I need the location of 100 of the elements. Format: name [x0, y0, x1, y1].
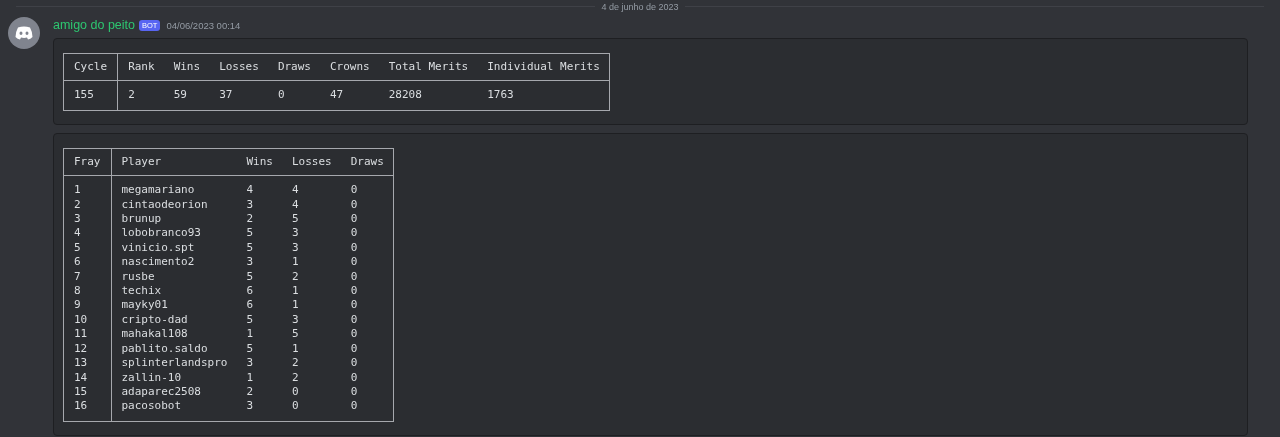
table-cell: 0 [350, 240, 394, 256]
table-cell: 0 [350, 370, 394, 385]
table-cell: pacosobot [111, 399, 247, 422]
table-cell: vinicio.spt [111, 240, 247, 256]
table-cell-text: 6 [246, 298, 255, 313]
table-cell: 0 [350, 298, 394, 313]
table-cell: 2 [291, 269, 351, 285]
table-cell: cripto-dad [111, 312, 247, 328]
table-cell-text: 6 [246, 284, 255, 299]
table-cell: 10 [63, 312, 111, 328]
table-cell: 2 [246, 212, 292, 227]
table-cell: 37 [219, 80, 278, 111]
table-cell: mayky01 [111, 298, 247, 313]
table-cell: 0 [350, 226, 394, 241]
table-cell: 0 [350, 356, 394, 371]
table-cell: 14 [63, 370, 111, 385]
table-cell: 2 [291, 356, 351, 371]
column-header: Wins [173, 53, 220, 81]
table-cell: 4 [63, 226, 111, 241]
table-cell: pablito.saldo [111, 341, 247, 357]
table-cell: 16 [63, 399, 111, 422]
table-cell: 0 [350, 255, 394, 270]
table-cell: 1 [291, 255, 351, 270]
table-cell: cintaodeorion [111, 197, 247, 213]
table-cell: 0 [350, 327, 394, 342]
table-cell: 3 [63, 212, 111, 227]
column-header: Crowns [330, 53, 389, 81]
table-cell: 3 [246, 197, 292, 213]
table-cell: 0 [350, 197, 394, 213]
controller-icon [15, 26, 33, 40]
table-cell: 5 [246, 269, 292, 285]
table-cell: 9 [63, 298, 111, 313]
table-cell: 28208 [388, 80, 488, 111]
table-cell: zallin-10 [111, 370, 247, 385]
table-cell: 5 [246, 226, 292, 241]
column-header: Total Merits [388, 53, 488, 81]
column-header: Fray [63, 148, 111, 176]
table-cell: 59 [173, 80, 220, 111]
table-cell: 8 [63, 284, 111, 299]
date-divider: 4 de junho de 2023 [601, 1, 679, 12]
table-cell: 5 [246, 312, 292, 328]
column-header: Draws [277, 53, 330, 81]
table-cell: 2 [246, 384, 292, 400]
table-cell: 0 [350, 384, 394, 400]
table-cell: 0 [350, 212, 394, 227]
column-header: Cycle [63, 53, 118, 81]
table-cell: brunup [111, 212, 247, 227]
column-header: Individual Merits [487, 53, 610, 81]
table-cell: 2 [117, 80, 174, 111]
table-cell: 5 [291, 212, 351, 227]
table-cell: megamariano [111, 175, 247, 198]
table-cell: techix [111, 284, 247, 299]
author-name[interactable]: amigo do peito [53, 18, 135, 32]
table-cell-text: 3 [246, 255, 255, 270]
table-cell: 0 [350, 399, 394, 422]
table-cell: mahakal108 [111, 327, 247, 342]
table-cell: 6 [63, 255, 111, 270]
table-cell: 0 [350, 175, 394, 198]
table-cell: 5 [291, 327, 351, 342]
table-cell: 155 [63, 80, 118, 111]
column-header: Losses [219, 53, 278, 81]
table-cell: 3 [246, 356, 292, 371]
table-cell: 1763 [487, 80, 610, 111]
table-cell: 11 [63, 327, 111, 342]
table-cell: 3 [291, 240, 351, 256]
bot-avatar[interactable] [8, 17, 40, 49]
table-cell: splinterlandspro [111, 356, 247, 371]
table-cell: 5 [63, 240, 111, 256]
table-cell: 0 [350, 284, 394, 299]
column-header: Losses [291, 148, 351, 176]
table-cell: 0 [350, 269, 394, 285]
column-header: Player [111, 148, 247, 176]
table-cell: adaparec2508 [111, 384, 247, 400]
table-cell-text: 5 [246, 341, 255, 357]
table-cell: 3 [291, 312, 351, 328]
column-header: Rank [117, 53, 174, 81]
table-cell: 1 [246, 370, 292, 385]
table-cell: 0 [350, 341, 394, 357]
table-cell: 4 [291, 197, 351, 213]
table-cell: 1 [291, 341, 351, 357]
table-cell: 2 [63, 197, 111, 213]
table-cell: 3 [246, 399, 292, 422]
column-header: Wins [246, 148, 292, 176]
table-cell: 2 [291, 370, 351, 385]
table-cell: 1 [63, 175, 111, 198]
message-timestamp: 04/06/2023 00:14 [166, 19, 241, 31]
table-cell: 3 [291, 226, 351, 241]
table-cell: 1 [291, 298, 351, 313]
table-cell: 0 [291, 399, 351, 422]
table-cell: 4 [246, 175, 292, 198]
table-cell: 5 [246, 240, 292, 256]
table-cell: 4 [291, 175, 351, 198]
column-header: Draws [350, 148, 394, 176]
table-cell: 47 [330, 80, 389, 111]
table-cell: 1 [246, 327, 292, 342]
table-cell: nascimento2 [111, 255, 247, 270]
table-cell: 0 [350, 312, 394, 328]
table-cell: 13 [63, 356, 111, 371]
table-cell: lobobranco93 [111, 226, 247, 241]
table-cell: 1 [291, 284, 351, 299]
